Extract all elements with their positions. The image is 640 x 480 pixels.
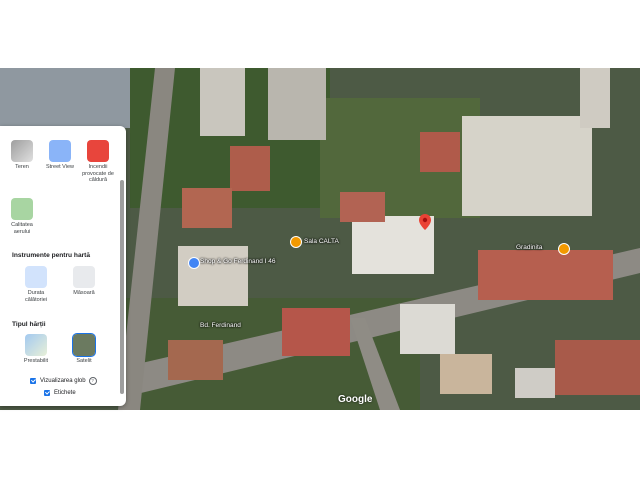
layer-street-view[interactable]: Street View [42, 140, 78, 171]
map-label-sala: Sala CALTA [304, 238, 339, 245]
tools-title: Instrumente pentru hartă [12, 252, 91, 259]
tool-measure[interactable]: Măsoară [66, 266, 102, 297]
map-label-gradinita: Gradinita [516, 244, 543, 251]
ruler-icon [73, 266, 95, 288]
map-label-shop: Shop & Go Ferdinand I 46 [200, 258, 276, 265]
panel-scrollbar[interactable] [120, 180, 124, 394]
globe-view-checkbox[interactable] [30, 377, 36, 384]
street-view-icon [49, 140, 71, 162]
location-pin-icon[interactable] [419, 214, 431, 230]
layer-wildfires[interactable]: Incendii provocate de căldură [80, 140, 116, 184]
air-quality-icon [11, 198, 33, 220]
labels-checkbox[interactable] [44, 389, 50, 396]
fire-icon [87, 140, 109, 162]
travel-time-icon [25, 266, 47, 288]
layer-air-quality[interactable]: Calitatea aerului [4, 198, 40, 235]
satellite-map-icon [72, 333, 96, 357]
map-type-title: Tipul hărții [12, 321, 46, 328]
layer-terrain[interactable]: Teren [4, 140, 40, 171]
layers-panel: Teren Street View Incendii provocate de … [0, 126, 126, 406]
option-globe-view[interactable]: Vizualizarea glob ? [30, 376, 97, 385]
map-label-street: Bd. Ferdinand [200, 322, 241, 329]
map-type-satellite[interactable]: Satelit [66, 333, 102, 365]
info-icon[interactable]: ? [88, 376, 97, 385]
option-labels[interactable]: Etichete [44, 388, 76, 397]
google-logo: Google [338, 394, 373, 405]
terrain-icon [11, 140, 33, 162]
poi-sala-icon[interactable] [290, 236, 302, 248]
poi-gradinita-icon[interactable] [558, 243, 570, 255]
default-map-icon [25, 334, 47, 356]
tool-travel-time[interactable]: Durata călătoriei [18, 266, 54, 303]
poi-shop-icon[interactable] [188, 257, 200, 269]
map-type-default[interactable]: Prestabilit [18, 334, 54, 365]
